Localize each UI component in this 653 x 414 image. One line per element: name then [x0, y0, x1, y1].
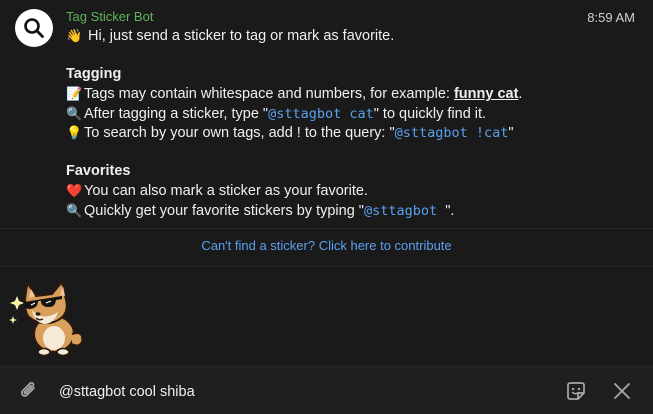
chat-window: Tag Sticker Bot 8:59 AM 👋 Hi, just send …: [0, 0, 653, 414]
close-icon: [614, 383, 630, 399]
paperclip-icon: [20, 382, 35, 397]
favorites-line-2: 🔍 Quickly get your favorite stickers by t…: [66, 201, 626, 220]
tagging-line-1-end: .: [518, 86, 523, 103]
bot-message: Tag Sticker Bot 8:59 AM 👋 Hi, just send …: [0, 0, 653, 228]
tagging-line-3-text: To search by your own tags, add ! to the…: [84, 124, 395, 141]
tagging-line-2: 🔍 After tagging a sticker, type "@sttagbo…: [66, 104, 626, 123]
tagging-line-3: 💡 To search by your own tags, add ! to th…: [66, 123, 626, 142]
shiba-sunglasses-sticker: [9, 279, 84, 357]
inline-code-own-tags[interactable]: @sttagbot !cat: [395, 125, 509, 141]
search-icon: [24, 18, 44, 38]
divider: [0, 266, 653, 267]
tagging-line-2-text: After tagging a sticker, type ": [84, 105, 269, 122]
favorites-line-1-text: You can also mark a sticker as your favo…: [84, 183, 368, 200]
greeting-line: 👋 Hi, just send a sticker to tag or mark…: [66, 26, 626, 45]
inline-code-cat[interactable]: @sttagbot cat: [268, 106, 374, 122]
sticker-icon: [567, 382, 585, 400]
bot-name[interactable]: Tag Sticker Bot: [66, 9, 153, 24]
tagging-line-3-end: ": [508, 124, 514, 141]
tagging-line-1: 📝 Tags may contain whitespace and numbers…: [66, 84, 626, 103]
favorites-heading: Favorites: [66, 162, 131, 179]
greeting-text: Hi, just send a sticker to tag or mark a…: [88, 28, 395, 44]
lightbulb-icon: 💡: [66, 124, 83, 140]
magnifier-icon: 🔍: [66, 105, 83, 121]
tagging-line-1-text: Tags may contain whitespace and numbers,…: [84, 86, 454, 103]
tagging-heading: Tagging: [66, 65, 122, 82]
bot-avatar[interactable]: [15, 9, 53, 47]
favorites-line-2-end: ".: [445, 202, 455, 219]
message-body: 👋 Hi, just send a sticker to tag or mark…: [66, 26, 626, 220]
inline-code-favorites[interactable]: @sttagbot: [364, 203, 445, 219]
sticker-result[interactable]: [8, 272, 92, 358]
message-time: 8:59 AM: [587, 10, 635, 25]
tag-example: funny cat: [453, 86, 519, 103]
cancel-inline-button[interactable]: [612, 381, 632, 401]
magnifier-icon: 🔍: [66, 202, 83, 218]
divider: [0, 228, 653, 229]
tagging-line-2-end: " to quickly find it.: [373, 105, 487, 122]
heart-icon: ❤️: [66, 183, 83, 199]
memo-icon: 📝: [66, 86, 83, 102]
favorites-line-1: ❤️ You can also mark a sticker as your fa…: [66, 181, 626, 200]
sticker-button[interactable]: [564, 379, 588, 403]
attach-button[interactable]: [18, 380, 40, 402]
wave-icon: 👋: [66, 28, 83, 43]
contribute-link[interactable]: Can't find a sticker? Click here to cont…: [0, 238, 653, 253]
favorites-line-2-text: Quickly get your favorite stickers by ty…: [84, 202, 364, 219]
message-input[interactable]: @sttagbot cool shiba: [59, 384, 195, 400]
message-composer: @sttagbot cool shiba: [0, 367, 653, 414]
